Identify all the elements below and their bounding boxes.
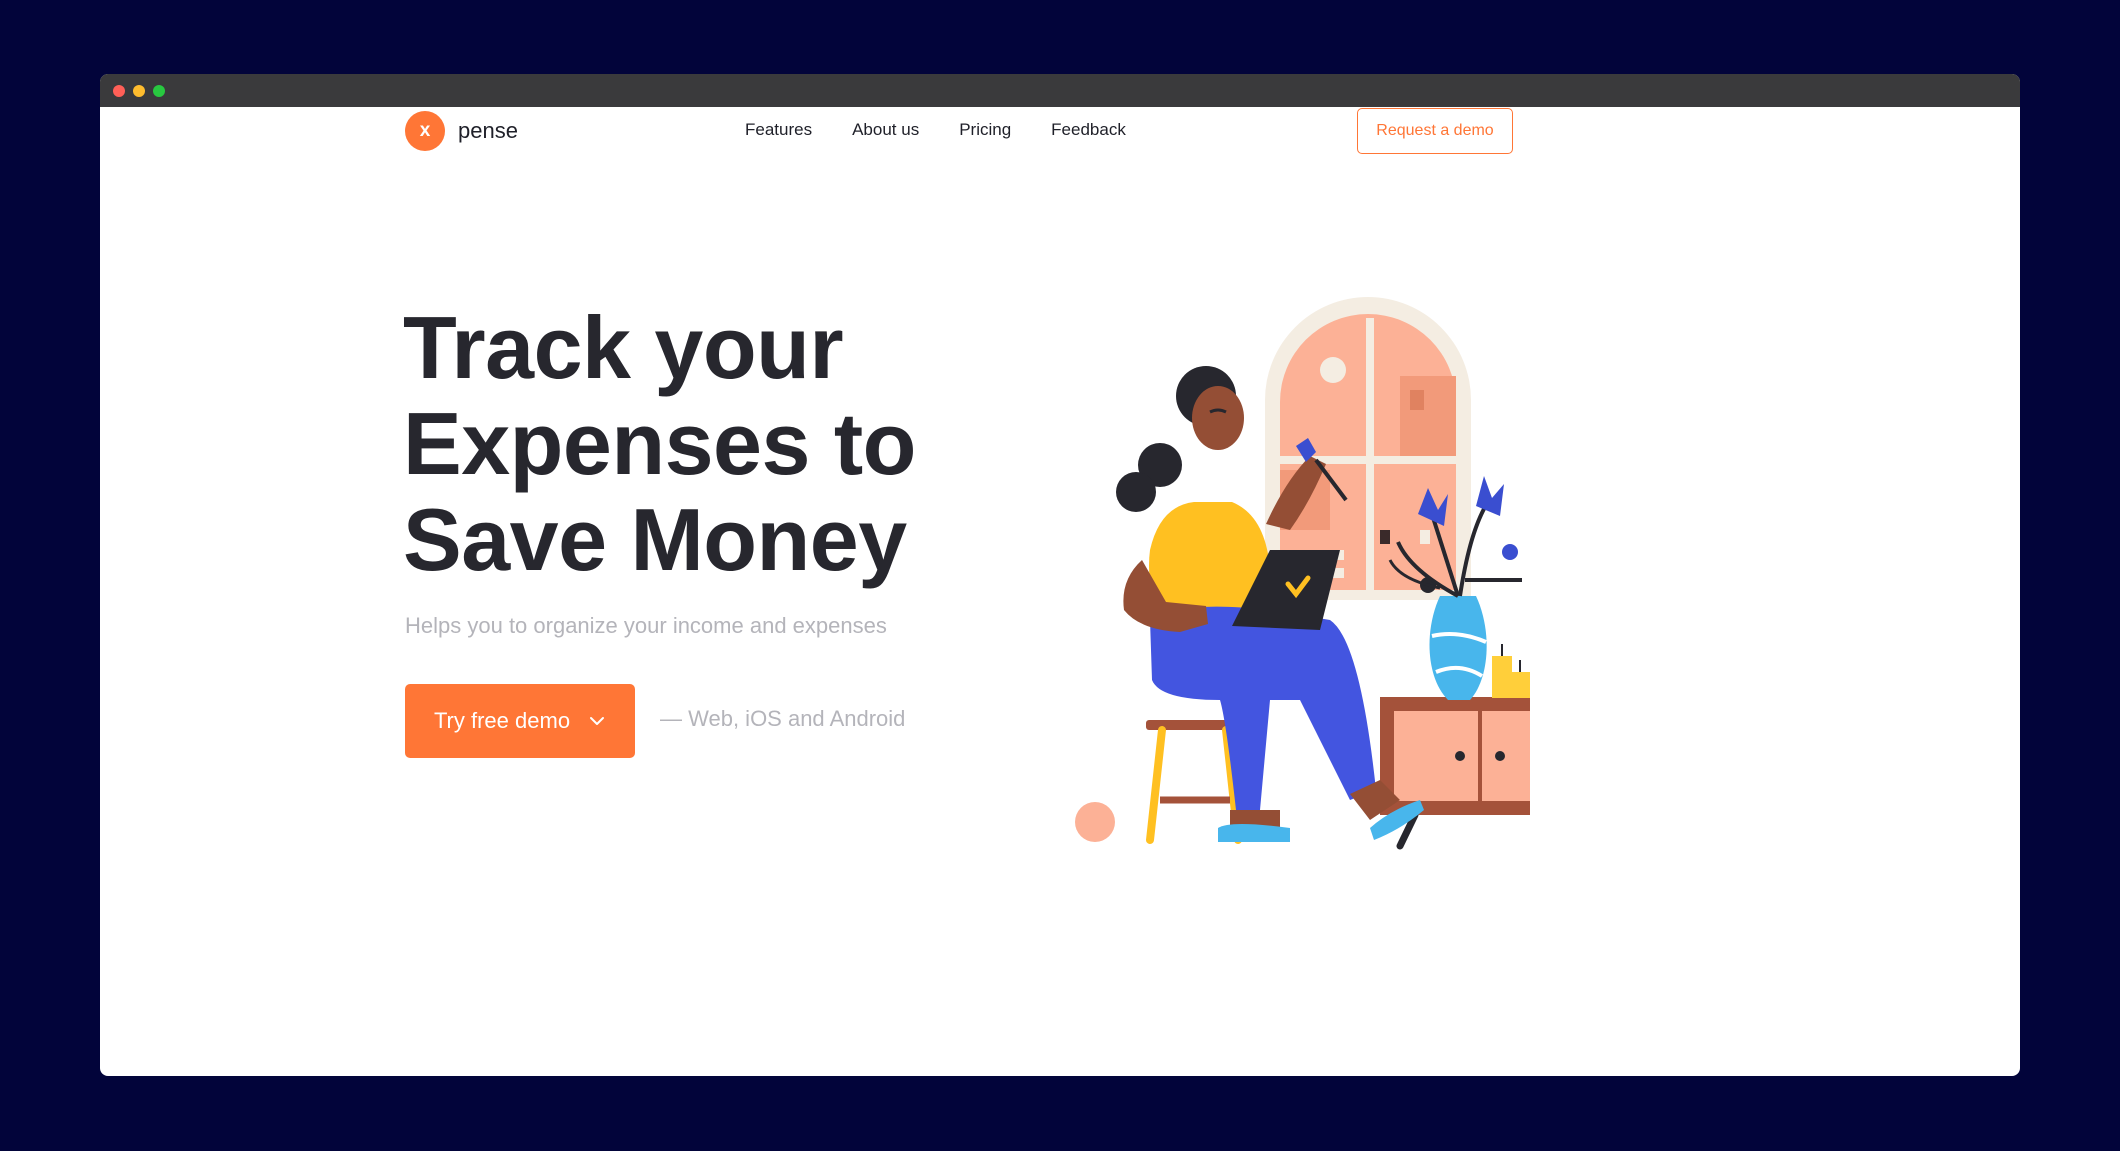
close-window-dot[interactable] [113, 85, 125, 97]
try-free-demo-button[interactable]: Try free demo [405, 684, 635, 758]
chevron-down-icon [590, 717, 605, 725]
nav-item-feedback[interactable]: Feedback [1051, 120, 1126, 140]
candles [1492, 644, 1530, 698]
maximize-window-dot[interactable] [153, 85, 165, 97]
window-titlebar [100, 74, 2020, 107]
logo-mark-icon: x [405, 111, 445, 151]
ball [1075, 802, 1115, 842]
hero-subtitle: Helps you to organize your income and ex… [405, 613, 887, 638]
cta-label: Try free demo [433, 708, 571, 733]
platforms-note: — Web, iOS and Android [660, 706, 906, 731]
minimize-window-dot[interactable] [133, 85, 145, 97]
stool [1146, 720, 1242, 844]
brand-logo[interactable]: x pense [405, 111, 518, 151]
headline-line-3: Save Money [403, 490, 907, 589]
nav-item-pricing[interactable]: Pricing [959, 120, 1011, 140]
nav-item-features[interactable]: Features [745, 120, 812, 140]
headline-line-1: Track your [403, 298, 844, 397]
nav-item-about-us[interactable]: About us [852, 120, 919, 140]
brand-name: pense [458, 118, 518, 143]
main-nav: Features About us Pricing Feedback [745, 120, 1126, 140]
hero-headline: Track your Expenses to Save Money [403, 300, 1023, 588]
headline-line-2: Expenses to [403, 394, 916, 493]
woman-with-laptop-illustration [1075, 297, 1530, 850]
request-demo-button[interactable]: Request a demo [1357, 108, 1513, 154]
